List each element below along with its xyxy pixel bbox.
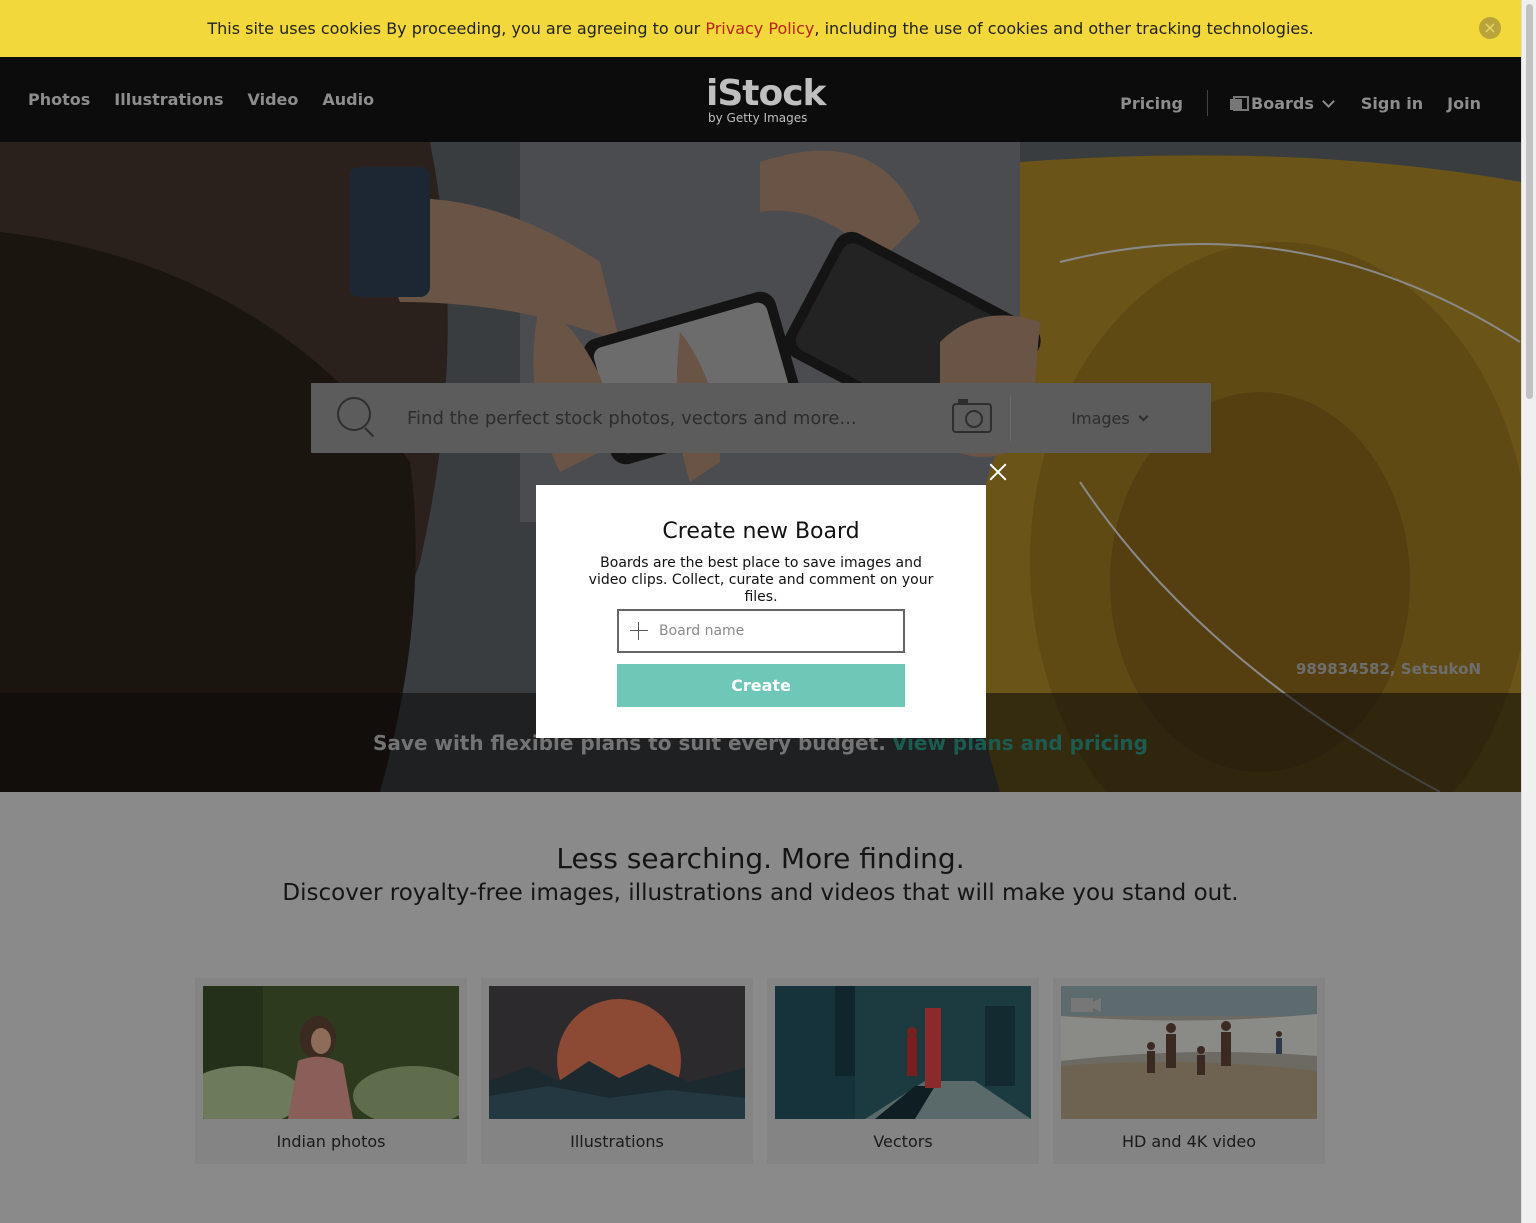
plus-icon xyxy=(630,622,648,640)
dialog-description: Boards are the best place to save images… xyxy=(588,555,934,605)
close-icon[interactable] xyxy=(986,460,1010,484)
create-button[interactable]: Create xyxy=(617,664,905,707)
page-scrollbar[interactable] xyxy=(1521,0,1536,1223)
scrollbar-thumb[interactable] xyxy=(1526,4,1533,399)
board-name-input[interactable] xyxy=(659,623,903,639)
board-name-field[interactable] xyxy=(617,609,905,653)
create-board-dialog: Create new Board Boards are the best pla… xyxy=(536,485,986,738)
dialog-title: Create new Board xyxy=(662,519,860,544)
